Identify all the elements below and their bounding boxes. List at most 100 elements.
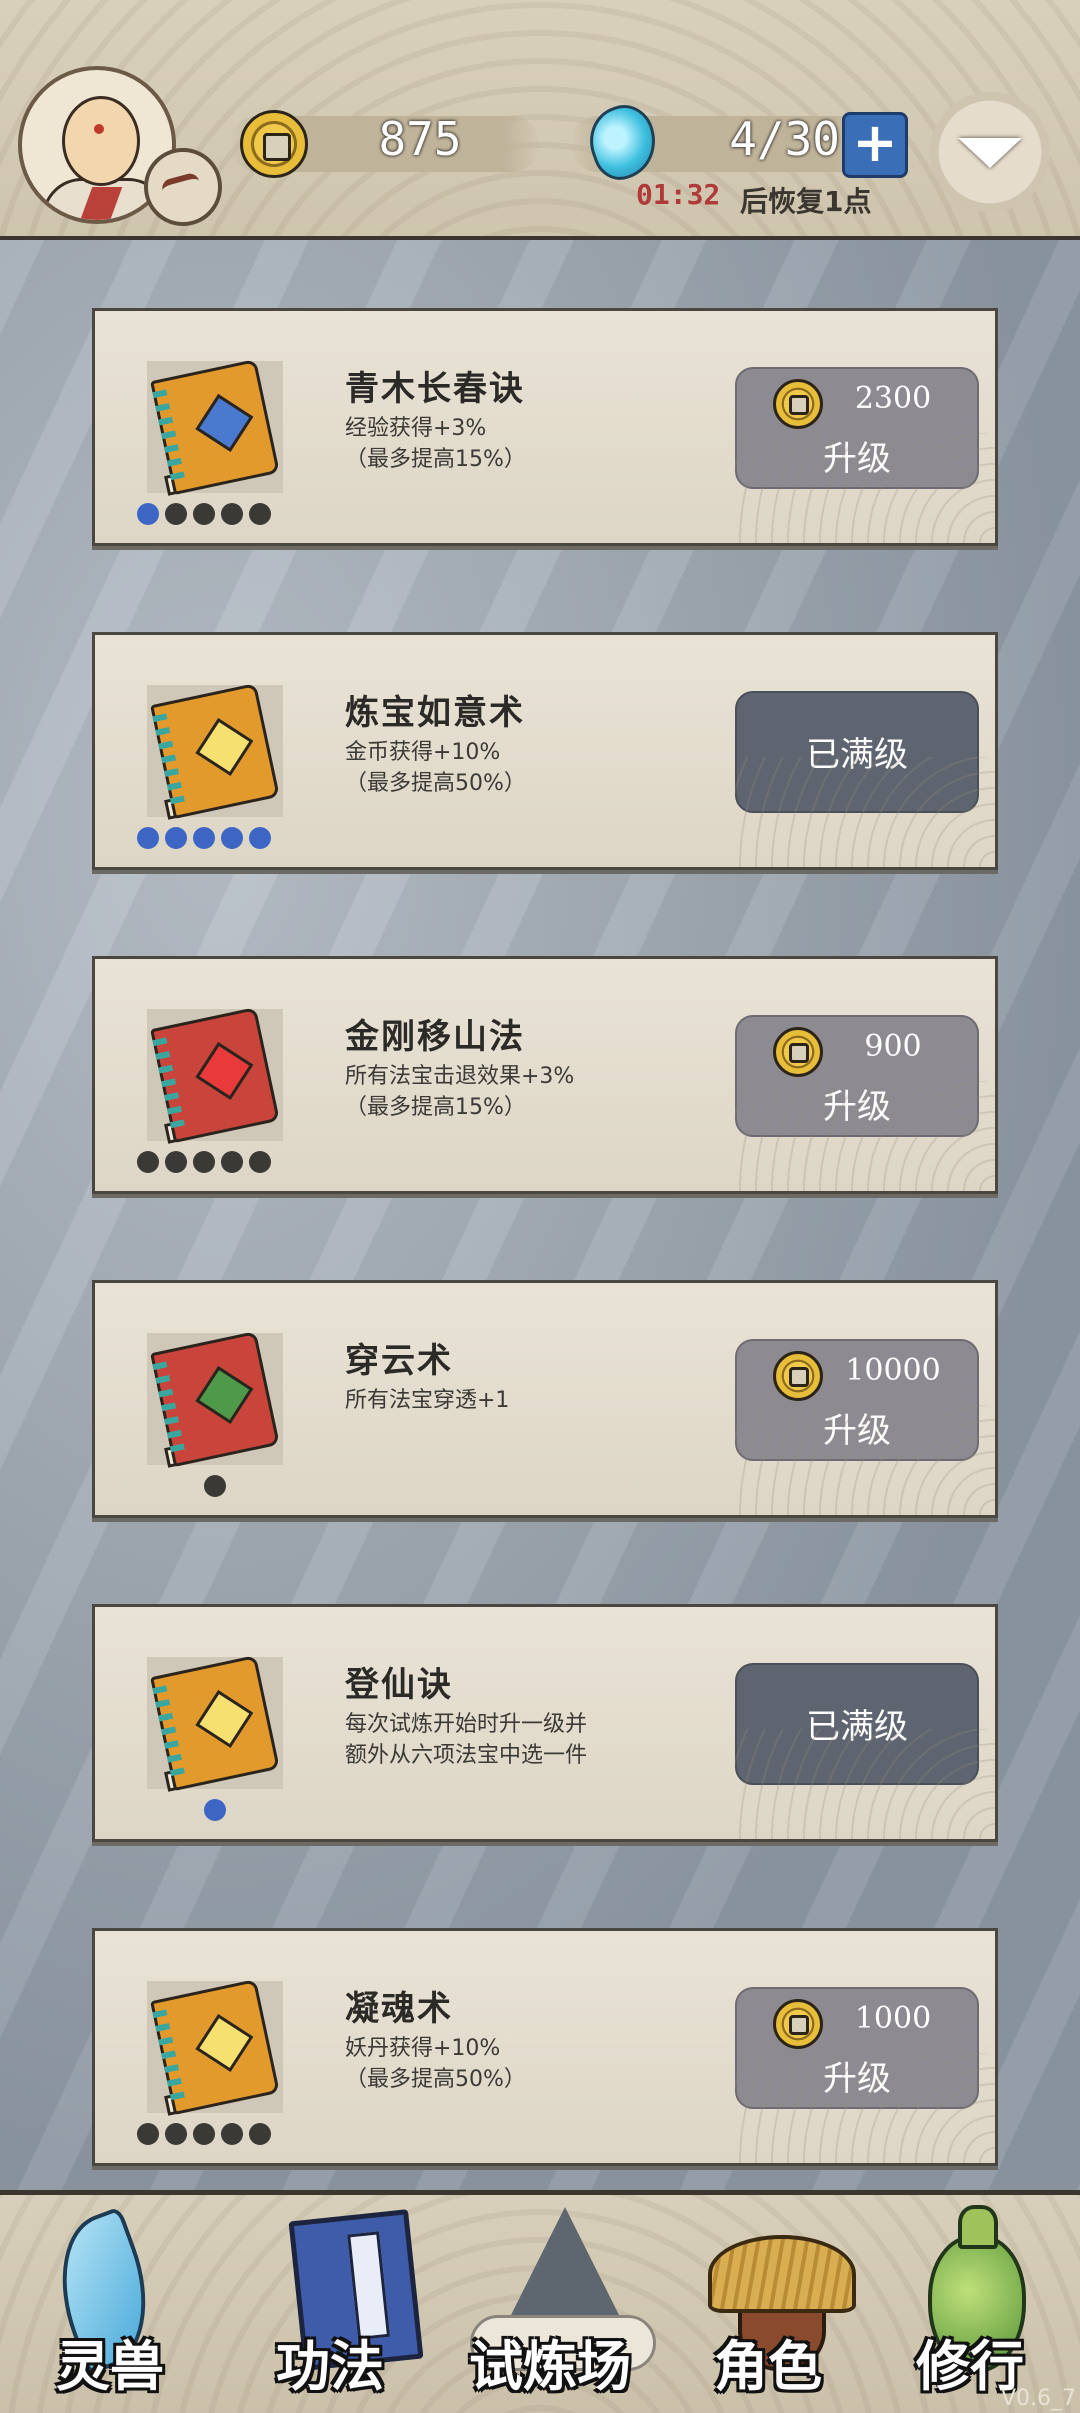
avatar-forehead-mark (94, 124, 104, 134)
technique-book-frame (147, 1007, 283, 1144)
technique-title: 炼宝如意术 (345, 693, 525, 733)
nav-item-cultivation[interactable]: 修行 (870, 2195, 1070, 2413)
coin-count: 875 (378, 112, 462, 166)
coin-icon (773, 1351, 823, 1401)
technique-title: 青木长春诀 (345, 369, 525, 409)
technique-book-icon (150, 683, 280, 819)
technique-description: 金币获得+10% （最多提高50%） (345, 740, 526, 796)
level-dot (193, 503, 215, 525)
pet-badge-icon[interactable] (144, 148, 222, 226)
technique-title: 凝魂术 (345, 1989, 453, 2029)
blue-gem-icon (195, 393, 254, 453)
level-dot (193, 2123, 215, 2145)
energy-timer: 01:32 (636, 178, 721, 211)
technique-title: 金刚移山法 (345, 1017, 525, 1057)
yellow-gem-icon (195, 2013, 254, 2073)
add-energy-button[interactable]: + (842, 112, 908, 178)
level-dot (137, 2123, 159, 2145)
technique-book-frame (147, 1655, 283, 1792)
button-label: 已满级 (806, 1707, 908, 1747)
technique-card: 金刚移山法所有法宝击退效果+3% （最多提高15%） 900 升级 (92, 956, 998, 1194)
technique-card: 登仙诀每次试炼开始时升一级并 额外从六项法宝中选一件 已满级 (92, 1604, 998, 1842)
technique-description: 妖丹获得+10% （最多提高50%） (345, 2036, 526, 2092)
level-dot (204, 1475, 226, 1497)
book-spine (152, 713, 185, 805)
technique-book-frame (147, 1979, 283, 2116)
level-dot (221, 503, 243, 525)
book-spine (152, 389, 185, 481)
red-gem-icon (195, 1041, 254, 1101)
level-dots (135, 1475, 295, 1501)
technique-book-frame (147, 359, 283, 496)
level-dots (137, 827, 297, 853)
level-dot (137, 503, 159, 525)
nav-item-trial[interactable]: 试炼场 (450, 2195, 656, 2413)
level-dot (221, 1151, 243, 1173)
nav-label: 试炼场 (469, 2335, 631, 2398)
technique-description: 每次试炼开始时升一级并 额外从六项法宝中选一件 (345, 1712, 588, 1768)
level-dot (249, 2123, 271, 2145)
technique-book-icon (150, 1007, 280, 1143)
nav-item-spirit-beast[interactable]: 灵兽 (10, 2195, 210, 2413)
upgrade-cost: 900 (864, 1029, 922, 1064)
dropdown-menu-button[interactable] (930, 92, 1050, 212)
technique-description: 所有法宝击退效果+3% （最多提高15%） (345, 1064, 575, 1120)
level-dot (165, 503, 187, 525)
nav-item-technique[interactable]: 功法 (230, 2195, 430, 2413)
upgrade-button[interactable]: 1000 升级 (735, 1987, 979, 2109)
version-label: V0.6_7 (1000, 2386, 1076, 2411)
button-label: 升级 (823, 1411, 891, 1451)
book-spine (152, 1685, 185, 1777)
technique-book-icon (150, 359, 280, 495)
energy-timer-suffix: 后恢复1点 (740, 185, 872, 218)
level-dot (204, 1799, 226, 1821)
technique-title: 登仙诀 (345, 1665, 453, 1705)
book-spine (152, 2009, 185, 2101)
level-dot (249, 1151, 271, 1173)
book-spine (152, 1361, 185, 1453)
technique-book-frame (147, 1331, 283, 1468)
coin-icon (773, 1027, 823, 1077)
button-label: 升级 (823, 1087, 891, 1127)
coin-icon (773, 1999, 823, 2049)
level-dots (135, 1799, 295, 1825)
nav-label: 角色 (714, 2335, 822, 2398)
avatar-head (62, 96, 140, 186)
technique-book-icon (150, 1655, 280, 1791)
nav-item-character[interactable]: 角色 (668, 2195, 868, 2413)
upgrade-button[interactable]: 900 升级 (735, 1015, 979, 1137)
technique-description: 所有法宝穿透+1 (345, 1388, 510, 1413)
level-dot (249, 503, 271, 525)
level-dot (137, 1151, 159, 1173)
book-spine (152, 1037, 185, 1129)
green-gem-icon (195, 1365, 254, 1425)
level-dot (165, 1151, 187, 1173)
yellow-gem-icon (195, 1689, 254, 1749)
upgrade-button[interactable]: 2300 升级 (735, 367, 979, 489)
energy-count: 4/30 (729, 112, 840, 166)
technique-book-icon (150, 1979, 280, 2115)
technique-book-icon (150, 1331, 280, 1467)
bottom-nav: 灵兽 功法 试炼场 角色 修行 V0.6_7 (0, 2190, 1080, 2413)
max-level-button[interactable]: 已满级 (735, 1663, 979, 1785)
upgrade-button[interactable]: 10000 升级 (735, 1339, 979, 1461)
level-dot (193, 827, 215, 849)
level-dots (137, 1151, 297, 1177)
coin-icon (773, 379, 823, 429)
technique-card: 青木长春诀 经验获得+3% （最多提高15%） 2300 升级 (92, 308, 998, 546)
technique-book-frame (147, 683, 283, 820)
level-dot (165, 2123, 187, 2145)
level-dot (221, 2123, 243, 2145)
upgrade-cost: 10000 (845, 1353, 941, 1388)
level-dot (249, 827, 271, 849)
level-dots (137, 503, 297, 529)
level-dots (137, 2123, 297, 2149)
straw-hat-character-icon (708, 2235, 856, 2313)
yellow-gem-icon (195, 717, 254, 777)
technique-card: 凝魂术妖丹获得+10% （最多提高50%） 1000 升级 (92, 1928, 998, 2166)
technique-list[interactable]: 青木长春诀 经验获得+3% （最多提高15%） 2300 升级炼宝如意术金币获得+10… (0, 240, 1080, 2190)
technique-title: 穿云术 (345, 1341, 453, 1381)
level-dot (221, 827, 243, 849)
max-level-button[interactable]: 已满级 (735, 691, 979, 813)
nav-label: 灵兽 (56, 2335, 164, 2398)
